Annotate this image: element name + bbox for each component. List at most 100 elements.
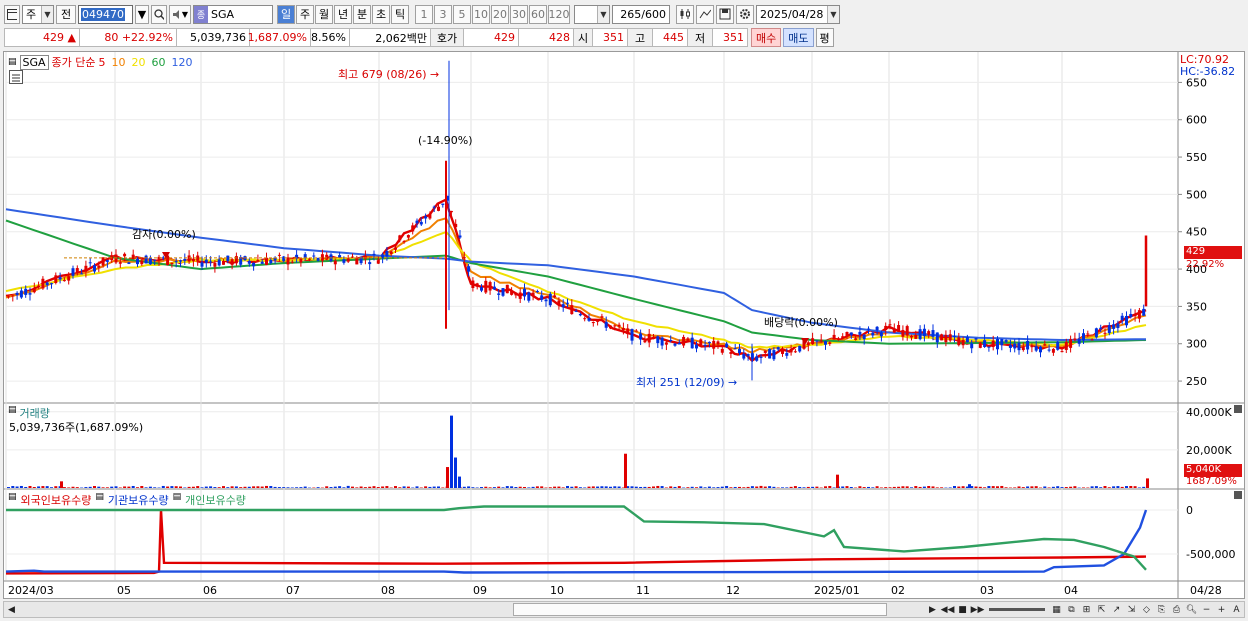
candle-body xyxy=(746,354,750,357)
tab-interval-2[interactable]: 5 xyxy=(453,4,471,24)
hc-label: HC:-36.82 xyxy=(1180,65,1236,78)
zoom-in-icon[interactable]: + xyxy=(1214,602,1229,617)
tab-interval-6[interactable]: 60 xyxy=(529,4,547,24)
code-dropdown-icon[interactable]: ▼ xyxy=(135,4,149,24)
rewind-icon[interactable]: ◀◀ xyxy=(940,602,955,617)
speaker-icon[interactable]: ▼ xyxy=(169,4,191,24)
stock-code-input[interactable]: 049470 xyxy=(78,4,133,24)
tab-timeframe-0[interactable]: 일 xyxy=(277,4,295,24)
play-icon[interactable]: ▶ xyxy=(925,602,940,617)
buy-button[interactable]: 매수 xyxy=(751,28,782,47)
scroll-thumb[interactable] xyxy=(513,603,887,616)
tab-interval-1[interactable]: 3 xyxy=(434,4,452,24)
volume-bar xyxy=(1026,486,1030,488)
candle-body xyxy=(213,262,217,267)
chart-area[interactable]: 2024/03 05 06 07 08 09 10 11 12 2025/01 02 03 04 04/2… xyxy=(3,51,1245,599)
fast-forward-icon[interactable]: ▶▶ xyxy=(970,602,985,617)
candle-body xyxy=(71,268,75,276)
stock-name-field[interactable]: 종 SGA xyxy=(193,4,273,24)
volume-bar xyxy=(1133,486,1137,488)
candle-body xyxy=(759,356,763,358)
candle-body xyxy=(355,258,359,265)
tab-interval-0[interactable]: 1 xyxy=(415,4,433,24)
data-table-icon[interactable] xyxy=(9,70,23,84)
tab-timeframe-2[interactable]: 월 xyxy=(315,4,333,24)
arrow-right-icon: → xyxy=(430,68,440,81)
scroll-left-icon[interactable]: ◀ xyxy=(4,602,19,617)
line-tool-icon[interactable]: ↗ xyxy=(1109,602,1124,617)
save-icon[interactable] xyxy=(716,4,734,24)
volume-bar xyxy=(690,486,694,488)
stock-chart[interactable]: 2024/03 05 06 07 08 09 10 11 12 2025/01 02 03 04 04/2… xyxy=(4,52,1244,598)
volume-bar xyxy=(217,487,221,488)
candle-body xyxy=(841,336,845,339)
scroll-track[interactable] xyxy=(19,603,925,616)
candle-body xyxy=(462,257,466,259)
tab-interval-4[interactable]: 20 xyxy=(491,4,509,24)
panel-menu-icon[interactable]: ▤ xyxy=(95,492,104,508)
tab-timeframe-3[interactable]: 년 xyxy=(334,4,352,24)
candle-type-icon[interactable] xyxy=(676,4,694,24)
volume-bar xyxy=(931,486,935,488)
volume-last-pct: 1687.09% xyxy=(1186,476,1237,487)
zoom-out-icon[interactable]: − xyxy=(1199,602,1214,617)
tab-timeframe-4[interactable]: 분 xyxy=(353,4,371,24)
panel-menu-icon[interactable]: ▤ xyxy=(8,492,17,508)
draw-tool-icon[interactable] xyxy=(696,4,714,24)
annotation-low: 최저 251 (12/09) → xyxy=(636,374,737,390)
volume-bar xyxy=(660,486,664,488)
chart-window: 주 ▼ 전 049470 ▼ ▼ 종 SGA 일주월년분초틱 1 3 5 10 20 30… xyxy=(0,0,1248,621)
tab-timeframe-5[interactable]: 초 xyxy=(372,4,390,24)
volume-bar xyxy=(918,486,922,488)
period-unit-select[interactable]: 주 ▼ xyxy=(22,4,54,24)
candle-body xyxy=(540,295,544,300)
shape-icon[interactable]: ◇ xyxy=(1139,602,1154,617)
chart-scrollbar[interactable]: ◀ ▶ ◀◀ ■ ▶▶ ▦ ⧉ ⊞ ⇱ ↗ ⇲ ◇ ⎘ ⎙ 🔍︎ − + A xyxy=(3,601,1245,618)
tab-interval-7[interactable]: 120 xyxy=(548,4,570,24)
search-icon[interactable] xyxy=(151,4,167,24)
candle-body xyxy=(626,328,630,335)
candle-body xyxy=(325,254,329,260)
volume-bar xyxy=(88,486,92,488)
sell-button[interactable]: 매도 xyxy=(783,28,814,47)
prev-button[interactable]: 전 xyxy=(56,4,76,24)
zoom-search-icon[interactable]: 🔍︎ xyxy=(1184,602,1199,617)
text-tool-icon[interactable]: ⎘ xyxy=(1154,602,1169,617)
count-field[interactable]: 265/600 xyxy=(612,4,670,24)
interval-custom-select[interactable]: ▼ xyxy=(574,4,610,24)
gear-icon[interactable] xyxy=(736,4,754,24)
candle-body xyxy=(1056,341,1060,350)
candle-body xyxy=(437,206,440,211)
volume-bar xyxy=(497,486,501,488)
font-size-icon[interactable]: A xyxy=(1229,602,1244,617)
tab-interval-5[interactable]: 30 xyxy=(510,4,528,24)
candle-body xyxy=(179,260,182,262)
fibo-icon[interactable]: ⇲ xyxy=(1124,602,1139,617)
stop-icon[interactable]: ■ xyxy=(955,602,970,617)
layout-icon[interactable] xyxy=(4,4,20,24)
candle-body xyxy=(37,285,41,288)
crosshair-icon[interactable]: ⇱ xyxy=(1094,602,1109,617)
zoom-slider[interactable] xyxy=(989,608,1045,611)
print-icon[interactable]: ⎙ xyxy=(1169,602,1184,617)
candle-body xyxy=(716,341,720,345)
volume-bar xyxy=(179,486,182,488)
volume-bar xyxy=(303,486,307,488)
volume-bar xyxy=(424,486,428,488)
date-field[interactable]: 2025/04/28 ▼ xyxy=(756,4,840,24)
volume-bar xyxy=(789,486,793,488)
panel-menu-icon[interactable]: ▤ xyxy=(8,57,17,67)
tab-timeframe-6[interactable]: 틱 xyxy=(391,4,409,24)
tab-timeframe-1[interactable]: 주 xyxy=(296,4,314,24)
ruler-icon[interactable]: ⊞ xyxy=(1079,602,1094,617)
candle-body xyxy=(630,329,634,341)
grid-icon[interactable]: ▦ xyxy=(1049,602,1064,617)
tab-interval-3[interactable]: 10 xyxy=(472,4,490,24)
quote-high: 445 xyxy=(652,28,688,47)
panel-menu-icon[interactable]: ▤ xyxy=(173,492,182,508)
volume-bar xyxy=(243,486,247,488)
copy-icon[interactable]: ⧉ xyxy=(1064,602,1079,617)
eval-button[interactable]: 평 xyxy=(815,28,834,47)
candle-body xyxy=(247,260,251,264)
volume-bar xyxy=(462,486,466,488)
